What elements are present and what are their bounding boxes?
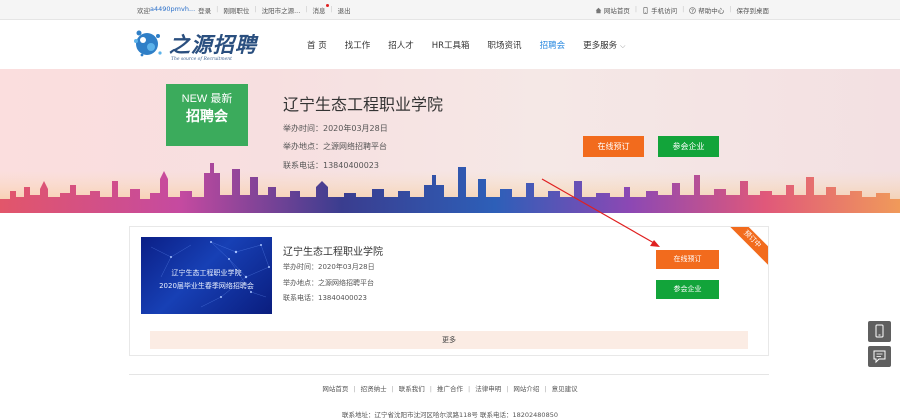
logo-chinese-text: 之源招聘 [169, 32, 257, 57]
city-skyline-graphic [0, 163, 900, 213]
username-link[interactable]: a4490pmvh... [150, 5, 195, 15]
card-time: 举办时间：2020年03月28日 [283, 263, 375, 271]
footer-divider [129, 374, 769, 375]
nav-item-find-job[interactable]: 找工作 [345, 39, 371, 51]
logo-english-text: The source of Recruitment [171, 57, 232, 62]
footer-links: 网站首页 | 招贤纳士 | 联系我们 | 推广合作 | 法律申明 | 网站介绍 | 意见建议 [322, 385, 578, 393]
card-title[interactable]: 辽宁生态工程职业学院 [283, 243, 383, 258]
logo-mark-icon [134, 30, 162, 57]
logout-link[interactable]: 退出 [338, 5, 351, 15]
nav-item-hr-tools[interactable]: HR工具箱 [432, 39, 470, 51]
banner-time: 举办时间：2020年03月28日 [283, 124, 388, 133]
mobile-link[interactable]: 手机访问 [642, 5, 677, 15]
card-phone: 联系电话：13840400023 [283, 294, 367, 302]
more-button[interactable]: 更多 [150, 331, 748, 349]
card-place: 举办地点：之源网络招聘平台 [283, 279, 374, 287]
footer-link-home[interactable]: 网站首页 [322, 385, 348, 393]
phone-icon [875, 324, 884, 338]
card-book-online-button[interactable]: 在线预订 [656, 250, 719, 269]
side-mobile-button[interactable] [868, 321, 891, 342]
nav-item-career-news[interactable]: 职场资讯 [488, 39, 522, 51]
side-feedback-button[interactable] [868, 346, 891, 367]
booking-status-ribbon: 预订中 [724, 227, 768, 267]
nav-item-find-talent[interactable]: 招人才 [388, 39, 414, 51]
welcome-text: 欢迎 [137, 7, 150, 15]
messages-link[interactable]: 消息 [312, 4, 330, 15]
chevron-down-icon: ⌵ [620, 42, 626, 50]
nav-item-job-fair[interactable]: 招聘会 [540, 39, 566, 51]
top-bar-right: 网站首页 | 手机访问 | 帮助中心 | 保存到桌面 [595, 5, 769, 15]
feedback-icon [873, 350, 886, 364]
footer-link-legal[interactable]: 法律申明 [475, 385, 501, 393]
mobile-label: 手机访问 [651, 7, 678, 15]
help-link[interactable]: 帮助中心 [689, 5, 724, 15]
job-fair-banner: NEW 最新 招聘会 辽宁生态工程职业学院 举办时间：2020年03月28日 举… [0, 69, 900, 213]
messages-label: 消息 [312, 7, 326, 15]
home-link[interactable]: 网站首页 [595, 5, 630, 15]
job-fair-card: 辽宁生态工程职业学院 2020届毕业生春季网络招聘会 辽宁生态工程职业学院 举办… [129, 226, 769, 356]
job-fair-thumbnail[interactable]: 辽宁生态工程职业学院 2020届毕业生春季网络招聘会 [141, 237, 272, 314]
card-participating-companies-button[interactable]: 参会企业 [656, 280, 719, 299]
footer-link-hiring[interactable]: 招贤纳士 [361, 385, 387, 393]
site-header: 之源招聘 The source of Recruitment 首 页 找工作 招… [0, 20, 900, 70]
top-bar: 欢迎 a4490pmvh... 登录 | 刚刚职位 | 沈阳市之源... | 消… [0, 0, 900, 20]
top-bar-left: 欢迎 a4490pmvh... 登录 | 刚刚职位 | 沈阳市之源... | 消… [137, 4, 351, 15]
mobile-icon [643, 7, 648, 14]
save-desktop-link[interactable]: 保存到桌面 [737, 5, 770, 15]
banner-title[interactable]: 辽宁生态工程职业学院 [283, 91, 443, 115]
nav-item-more-services[interactable]: 更多服务 ⌵ [583, 39, 625, 51]
more-services-label: 更多服务 [583, 41, 618, 51]
main-nav: 首 页 找工作 招人才 HR工具箱 职场资讯 招聘会 更多服务 ⌵ [307, 39, 643, 51]
help-icon [689, 7, 697, 14]
footer-link-about[interactable]: 网站介绍 [513, 385, 539, 393]
unread-dot [326, 4, 330, 7]
site-logo[interactable]: 之源招聘 The source of Recruitment [133, 25, 258, 67]
home-icon [595, 7, 602, 14]
login-link[interactable]: 登录 [198, 5, 211, 15]
location-link[interactable]: 沈阳市之源... [262, 5, 301, 15]
thumbnail-subtitle: 2020届毕业生春季网络招聘会 [159, 282, 254, 290]
nav-item-home[interactable]: 首 页 [307, 39, 327, 51]
help-label: 帮助中心 [698, 7, 725, 15]
new-job-fair-badge: NEW 最新 招聘会 [166, 84, 248, 146]
home-label: 网站首页 [603, 7, 630, 15]
footer-address: 联系地址：辽宁省沈阳市沈河区哈尔滨路118号 联系电话：18202480850 [342, 411, 558, 419]
footer-link-feedback[interactable]: 意见建议 [552, 385, 578, 393]
recent-jobs-link[interactable]: 刚刚职位 [223, 5, 249, 15]
badge-line-2: 招聘会 [186, 109, 228, 125]
footer-link-cooperation[interactable]: 推广合作 [437, 385, 463, 393]
footer-link-contact[interactable]: 联系我们 [399, 385, 425, 393]
thumbnail-title: 辽宁生态工程职业学院 [171, 269, 242, 277]
badge-line-1: NEW 最新 [181, 93, 233, 105]
